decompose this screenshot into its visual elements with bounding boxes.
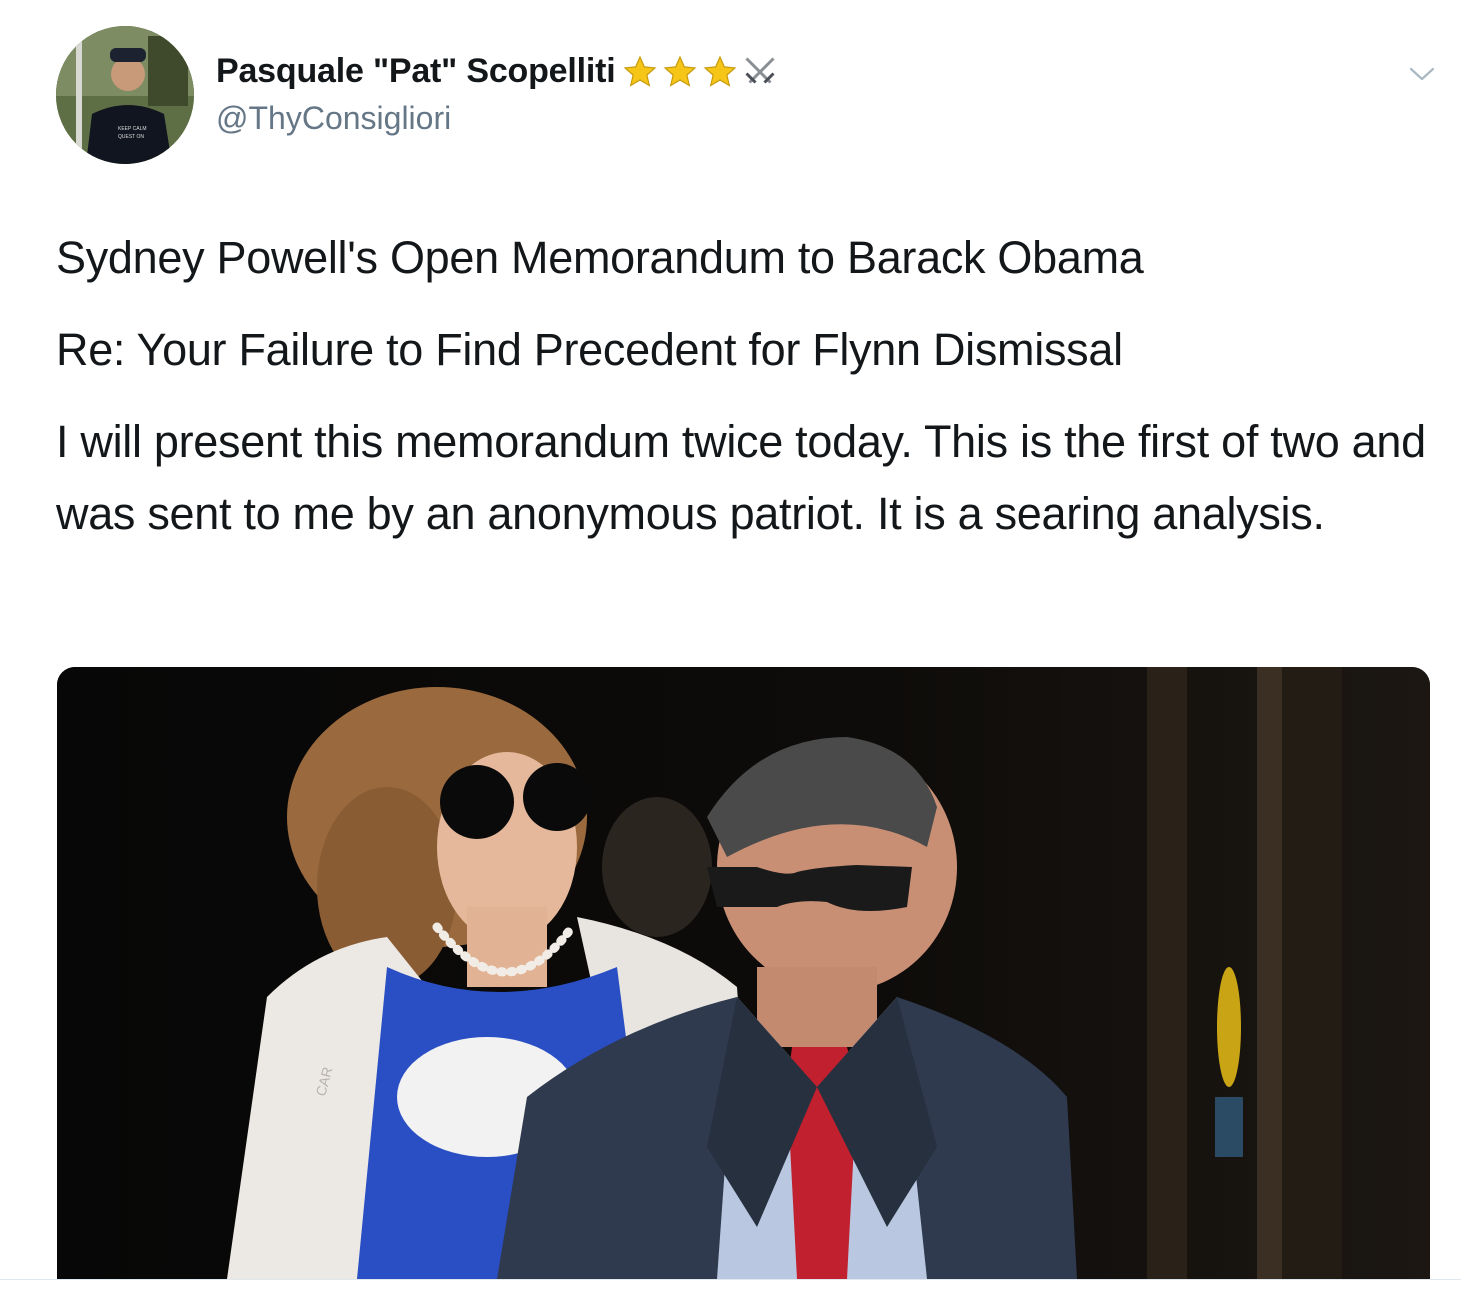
tweet-bottom-divider xyxy=(0,1279,1461,1294)
author-handle[interactable]: @ThyConsigliori xyxy=(216,100,451,137)
tweet-media-photo[interactable]: CAR xyxy=(57,667,1430,1279)
avatar-shirt-text: KEEP CALM xyxy=(118,126,147,132)
crossed-swords-icon xyxy=(745,56,776,84)
tweet-text-subject: Re: Your Failure to Find Precedent for F… xyxy=(56,324,1123,375)
avatar[interactable]: KEEP CALM QUEST ON xyxy=(56,26,194,164)
star-icon xyxy=(624,55,657,87)
avatar-photo: KEEP CALM QUEST ON xyxy=(56,26,194,164)
tweet-text-title: Sydney Powell's Open Memorandum to Barac… xyxy=(56,232,1144,283)
svg-text:QUEST ON: QUEST ON xyxy=(118,134,144,140)
star-icon xyxy=(664,55,697,87)
chevron-down-icon[interactable] xyxy=(1407,62,1437,86)
tweet[interactable]: KEEP CALM QUEST ON Pasquale "Pat" Scopel… xyxy=(0,0,1461,1294)
author-name-row[interactable]: Pasquale "Pat" Scopelliti xyxy=(216,52,779,91)
name-badges xyxy=(621,54,779,90)
tweet-text-body: I will present this memorandum twice tod… xyxy=(56,416,1426,539)
star-icon xyxy=(704,55,737,87)
display-name[interactable]: Pasquale "Pat" Scopelliti xyxy=(216,52,616,91)
media-illustration: CAR xyxy=(57,667,1430,1279)
